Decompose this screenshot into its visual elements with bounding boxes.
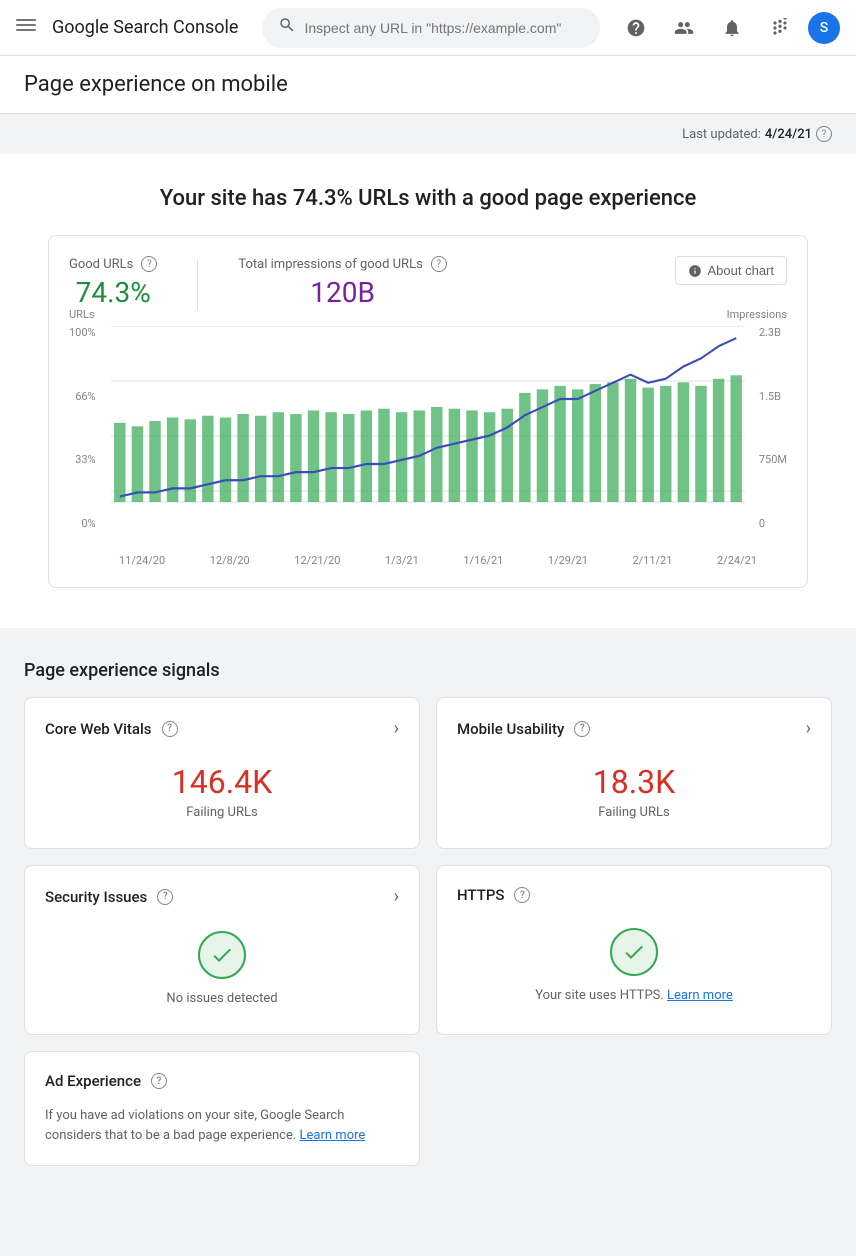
metric2-value: 120B	[238, 276, 446, 309]
x-label-8: 2/24/21	[717, 554, 757, 567]
menu-icon[interactable]	[16, 15, 36, 40]
card-mobile-usability-header: Mobile Usability ? ›	[457, 718, 811, 739]
y-axis-right: 2.3B 1.5B 750M 0	[755, 326, 787, 530]
x-label-4: 1/3/21	[385, 554, 419, 567]
chart-card: Good URLs ? 74.3% Total impressions of g…	[48, 235, 808, 588]
https-info-icon[interactable]: ?	[514, 887, 530, 903]
card-security-issues-title: Security Issues ?	[45, 888, 173, 906]
ad-experience-placeholder	[436, 1051, 832, 1166]
x-label-2: 12/8/20	[210, 554, 250, 567]
hero-section: Your site has 74.3% URLs with a good pag…	[0, 154, 856, 628]
mobile-usability-sublabel: Failing URLs	[598, 805, 669, 820]
core-web-vitals-chevron[interactable]: ›	[394, 718, 399, 739]
card-security-issues-header: Security Issues ? ›	[45, 886, 399, 907]
card-mobile-usability-body: 18.3K Failing URLs	[457, 755, 811, 828]
card-core-web-vitals-body: 146.4K Failing URLs	[45, 755, 399, 828]
search-icon	[278, 16, 296, 39]
apps-button[interactable]	[760, 8, 800, 48]
last-updated-bar: Last updated: 4/24/21 ?	[0, 114, 856, 154]
core-web-vitals-value: 146.4K	[172, 763, 272, 801]
card-core-web-vitals-header: Core Web Vitals ? ›	[45, 718, 399, 739]
x-label-5: 1/16/21	[463, 554, 503, 567]
last-updated-date: 4/24/21	[765, 127, 812, 142]
last-updated-info-icon[interactable]: ?	[816, 126, 832, 142]
page-title-bar: Page experience on mobile	[0, 56, 856, 114]
card-https-header: HTTPS ?	[457, 886, 811, 904]
card-core-web-vitals-title: Core Web Vitals ?	[45, 720, 178, 738]
card-https-body: Your site uses HTTPS. Learn more	[457, 920, 811, 1011]
metric-divider	[197, 260, 198, 310]
ad-experience-learn-more-link[interactable]: Learn more	[300, 1128, 366, 1143]
card-https-title: HTTPS ?	[457, 886, 530, 904]
users-button[interactable]	[664, 8, 704, 48]
page-title: Page experience on mobile	[24, 72, 832, 97]
bottom-padding	[24, 1166, 832, 1206]
core-web-vitals-sublabel: Failing URLs	[186, 805, 257, 820]
https-ok-text: Your site uses HTTPS. Learn more	[535, 988, 733, 1003]
search-input[interactable]	[304, 20, 584, 36]
x-label-7: 2/11/21	[632, 554, 672, 567]
card-security-issues: Security Issues ? › No issues detected	[24, 865, 420, 1035]
header: Google Search Console S	[0, 0, 856, 56]
header-actions: S	[616, 8, 840, 48]
metric1-label: Good URLs ?	[69, 256, 157, 272]
about-chart-label: About chart	[708, 263, 775, 278]
card-ad-experience: Ad Experience ? If you have ad violation…	[24, 1051, 420, 1166]
ad-experience-description: If you have ad violations on your site, …	[45, 1106, 399, 1145]
signals-grid: Core Web Vitals ? › 146.4K Failing URLs …	[24, 697, 832, 1035]
card-ad-experience-title: Ad Experience ?	[45, 1072, 167, 1090]
security-issues-chevron[interactable]: ›	[394, 886, 399, 907]
metric1-info-icon[interactable]: ?	[141, 256, 157, 272]
metric2-label: Total impressions of good URLs ?	[238, 256, 446, 272]
signals-section: Page experience signals Core Web Vitals …	[0, 636, 856, 1222]
notifications-button[interactable]	[712, 8, 752, 48]
logo-text: Google Search Console	[52, 17, 238, 38]
metric-impressions: Total impressions of good URLs ? 120B	[238, 256, 446, 309]
logo: Google Search Console	[52, 17, 238, 38]
chart-svg	[111, 326, 745, 546]
hero-title: Your site has 74.3% URLs with a good pag…	[24, 186, 832, 211]
security-issues-check-icon	[198, 931, 246, 979]
search-bar[interactable]	[262, 8, 600, 48]
security-issues-ok-text: No issues detected	[166, 991, 277, 1006]
card-mobile-usability: Mobile Usability ? › 18.3K Failing URLs	[436, 697, 832, 849]
y-right-title: Impressions	[727, 308, 787, 321]
https-learn-more-link[interactable]: Learn more	[667, 988, 733, 1003]
card-mobile-usability-title: Mobile Usability ?	[457, 720, 590, 738]
last-updated-label: Last updated:	[682, 127, 761, 142]
mobile-usability-info-icon[interactable]: ?	[574, 721, 590, 737]
mobile-usability-value: 18.3K	[593, 763, 675, 801]
x-label-1: 11/24/20	[119, 554, 165, 567]
main-content: Last updated: 4/24/21 ? Your site has 74…	[0, 114, 856, 1222]
card-security-issues-body: No issues detected	[45, 923, 399, 1014]
x-label-6: 1/29/21	[548, 554, 588, 567]
help-button[interactable]	[616, 8, 656, 48]
core-web-vitals-info-icon[interactable]: ?	[162, 721, 178, 737]
about-chart-button[interactable]: About chart	[675, 256, 788, 285]
card-https: HTTPS ? Your site uses HTTPS. Learn more	[436, 865, 832, 1035]
metric1-value: 74.3%	[69, 276, 157, 309]
security-issues-info-icon[interactable]: ?	[157, 889, 173, 905]
avatar[interactable]: S	[808, 12, 840, 44]
https-check-icon	[610, 928, 658, 976]
metric-good-urls: Good URLs ? 74.3%	[69, 256, 157, 309]
y-left-title: URLs	[69, 308, 95, 321]
card-core-web-vitals: Core Web Vitals ? › 146.4K Failing URLs	[24, 697, 420, 849]
ad-experience-row: Ad Experience ? If you have ad violation…	[24, 1051, 832, 1166]
y-axis-left: 100% 66% 33% 0%	[69, 326, 100, 530]
chart-metrics: Good URLs ? 74.3% Total impressions of g…	[69, 256, 787, 310]
signals-section-title: Page experience signals	[24, 636, 832, 697]
metric2-info-icon[interactable]: ?	[431, 256, 447, 272]
x-axis-labels: 11/24/20 12/8/20 12/21/20 1/3/21 1/16/21…	[69, 550, 787, 567]
x-label-3: 12/21/20	[294, 554, 340, 567]
card-ad-experience-header: Ad Experience ?	[45, 1072, 399, 1090]
mobile-usability-chevron[interactable]: ›	[806, 718, 811, 739]
ad-experience-info-icon[interactable]: ?	[151, 1073, 167, 1089]
